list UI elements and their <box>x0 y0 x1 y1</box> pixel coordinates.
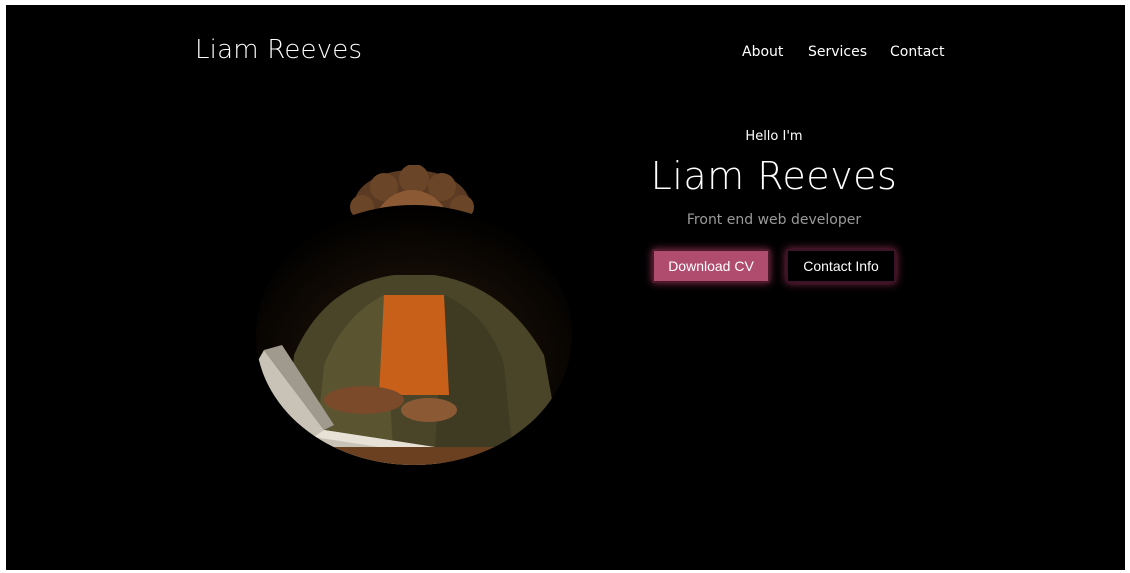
hero-section: Hello I'm Liam Reeves Front end web deve… <box>614 129 934 283</box>
hero-buttons: Download CV Contact Info <box>652 249 912 289</box>
page: Liam Reeves About Services Contact Hello… <box>6 5 1125 570</box>
profile-picture <box>254 165 574 465</box>
nav-link-contact[interactable]: Contact <box>890 44 944 60</box>
contact-info-button[interactable]: Contact Info <box>786 249 896 283</box>
nav-link-about[interactable]: About <box>742 44 783 60</box>
nav-link-services[interactable]: Services <box>808 44 867 60</box>
hero-subtitle: Front end web developer <box>686 212 862 228</box>
hero-name: Liam Reeves <box>650 154 898 198</box>
site-logo[interactable]: Liam Reeves <box>195 35 362 65</box>
hero-greeting: Hello I'm <box>745 129 803 144</box>
download-cv-button[interactable]: Download CV <box>652 249 770 283</box>
profile-illustration <box>256 165 572 465</box>
person-body <box>256 205 572 465</box>
